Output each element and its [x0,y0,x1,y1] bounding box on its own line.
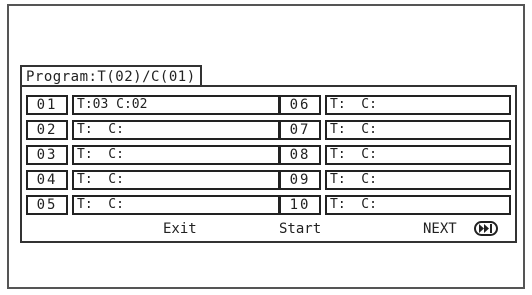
entry-value[interactable]: T: C: [325,145,511,165]
entry-value[interactable]: T: C: [72,170,280,190]
program-title-tab: Program:T(02)/C(01) [20,65,202,87]
start-button[interactable]: Start [279,220,321,238]
entry-number: 09 [279,170,321,190]
entry-number: 10 [279,195,321,215]
entry-number: 06 [279,95,321,115]
entry-number: 01 [26,95,68,115]
entry-value[interactable]: T: C: [325,170,511,190]
program-title: Program:T(02)/C(01) [26,69,196,85]
entry-value[interactable]: T: C: [72,195,280,215]
entry-value[interactable]: T: C: [325,195,511,215]
entry-value[interactable]: T: C: [72,120,280,140]
entry-value[interactable]: T: C: [325,120,511,140]
entry-value[interactable]: T: C: [325,95,511,115]
fast-forward-icon[interactable] [474,221,498,236]
entry-value[interactable]: T:03 C:02 [72,95,280,115]
entry-number: 08 [279,145,321,165]
next-button[interactable]: NEXT [423,220,457,238]
entry-value[interactable]: T: C: [72,145,280,165]
entry-number: 03 [26,145,68,165]
entry-number: 05 [26,195,68,215]
exit-button[interactable]: Exit [163,220,197,238]
entry-number: 04 [26,170,68,190]
entry-number: 02 [26,120,68,140]
entry-number: 07 [279,120,321,140]
